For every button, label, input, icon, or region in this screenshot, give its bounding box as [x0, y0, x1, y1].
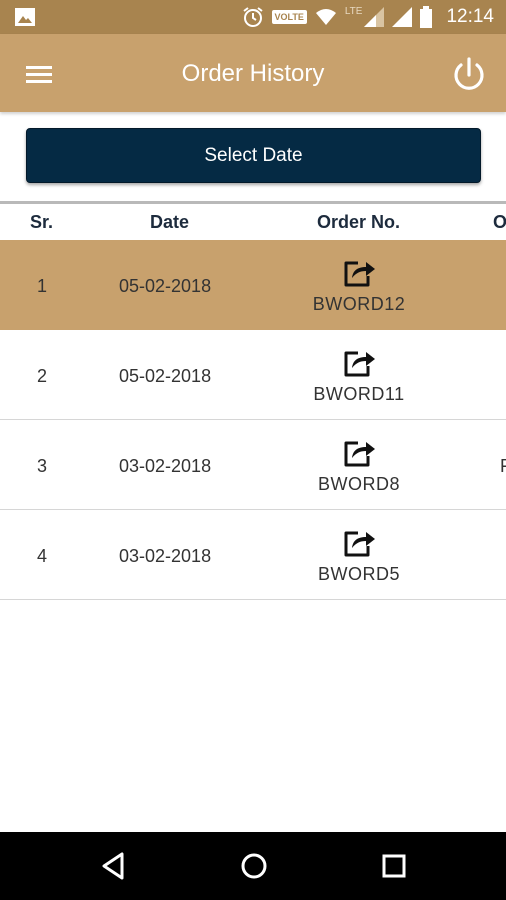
status-bar: VOLTE LTE 12:14: [0, 0, 506, 34]
row-date: 05-02-2018: [119, 276, 212, 296]
select-date-button[interactable]: Select Date: [26, 128, 481, 183]
battery-icon: [420, 6, 433, 28]
table-header: Sr. Date Order No. O: [0, 204, 506, 240]
page-title: Order History: [181, 60, 325, 87]
network-type-label: LTE: [344, 5, 363, 17]
row-sr: 2: [37, 366, 48, 386]
header-other: O: [493, 212, 506, 232]
order-link[interactable]: BWORD5: [290, 524, 428, 586]
order-link[interactable]: BWORD11: [290, 344, 428, 406]
header-order-no: Order No.: [317, 212, 401, 232]
order-link[interactable]: BWORD12: [290, 254, 428, 316]
volte-badge: VOLTE: [271, 10, 307, 24]
logout-button[interactable]: [450, 56, 488, 94]
row-sr: 4: [37, 546, 48, 566]
system-nav-bar: [0, 832, 506, 900]
table-row[interactable]: 4 03-02-2018 BWORD5: [0, 510, 506, 600]
table-row[interactable]: 1 05-02-2018 BWORD12: [0, 240, 506, 330]
row-sr: 3: [37, 456, 48, 476]
share-icon: [344, 261, 375, 287]
table-row[interactable]: 3 03-02-2018 BWORD8 F: [0, 420, 506, 510]
order-number: BWORD5: [317, 564, 400, 584]
signal-icon-1: [364, 7, 385, 27]
share-icon: [344, 351, 375, 377]
order-link[interactable]: BWORD8: [290, 434, 428, 496]
row-sr: 1: [37, 276, 48, 296]
home-button[interactable]: [237, 850, 271, 882]
header-sr: Sr.: [30, 212, 54, 232]
home-circle-icon: [241, 853, 267, 879]
row-extra: F: [500, 456, 506, 476]
header-date: Date: [150, 212, 190, 232]
order-number: BWORD11: [313, 384, 405, 404]
back-button[interactable]: [98, 850, 132, 882]
status-time: 12:14: [446, 6, 494, 27]
row-date: 03-02-2018: [119, 456, 212, 476]
table-row[interactable]: 2 05-02-2018 BWORD11: [0, 330, 506, 420]
signal-icon-2: [392, 7, 413, 27]
order-number: BWORD8: [317, 474, 400, 494]
row-date: 03-02-2018: [119, 546, 212, 566]
share-icon: [344, 531, 375, 557]
power-icon: [454, 57, 484, 90]
recent-square-icon: [382, 854, 406, 878]
back-triangle-icon: [102, 852, 124, 880]
gallery-notification-icon: [15, 8, 35, 26]
alarm-icon: [242, 7, 263, 27]
recent-apps-button[interactable]: [377, 850, 411, 882]
wifi-icon: [315, 9, 336, 25]
row-date: 05-02-2018: [119, 366, 212, 386]
order-number: BWORD12: [312, 294, 406, 314]
app-bar: Order History: [0, 34, 506, 112]
share-icon: [344, 441, 375, 467]
